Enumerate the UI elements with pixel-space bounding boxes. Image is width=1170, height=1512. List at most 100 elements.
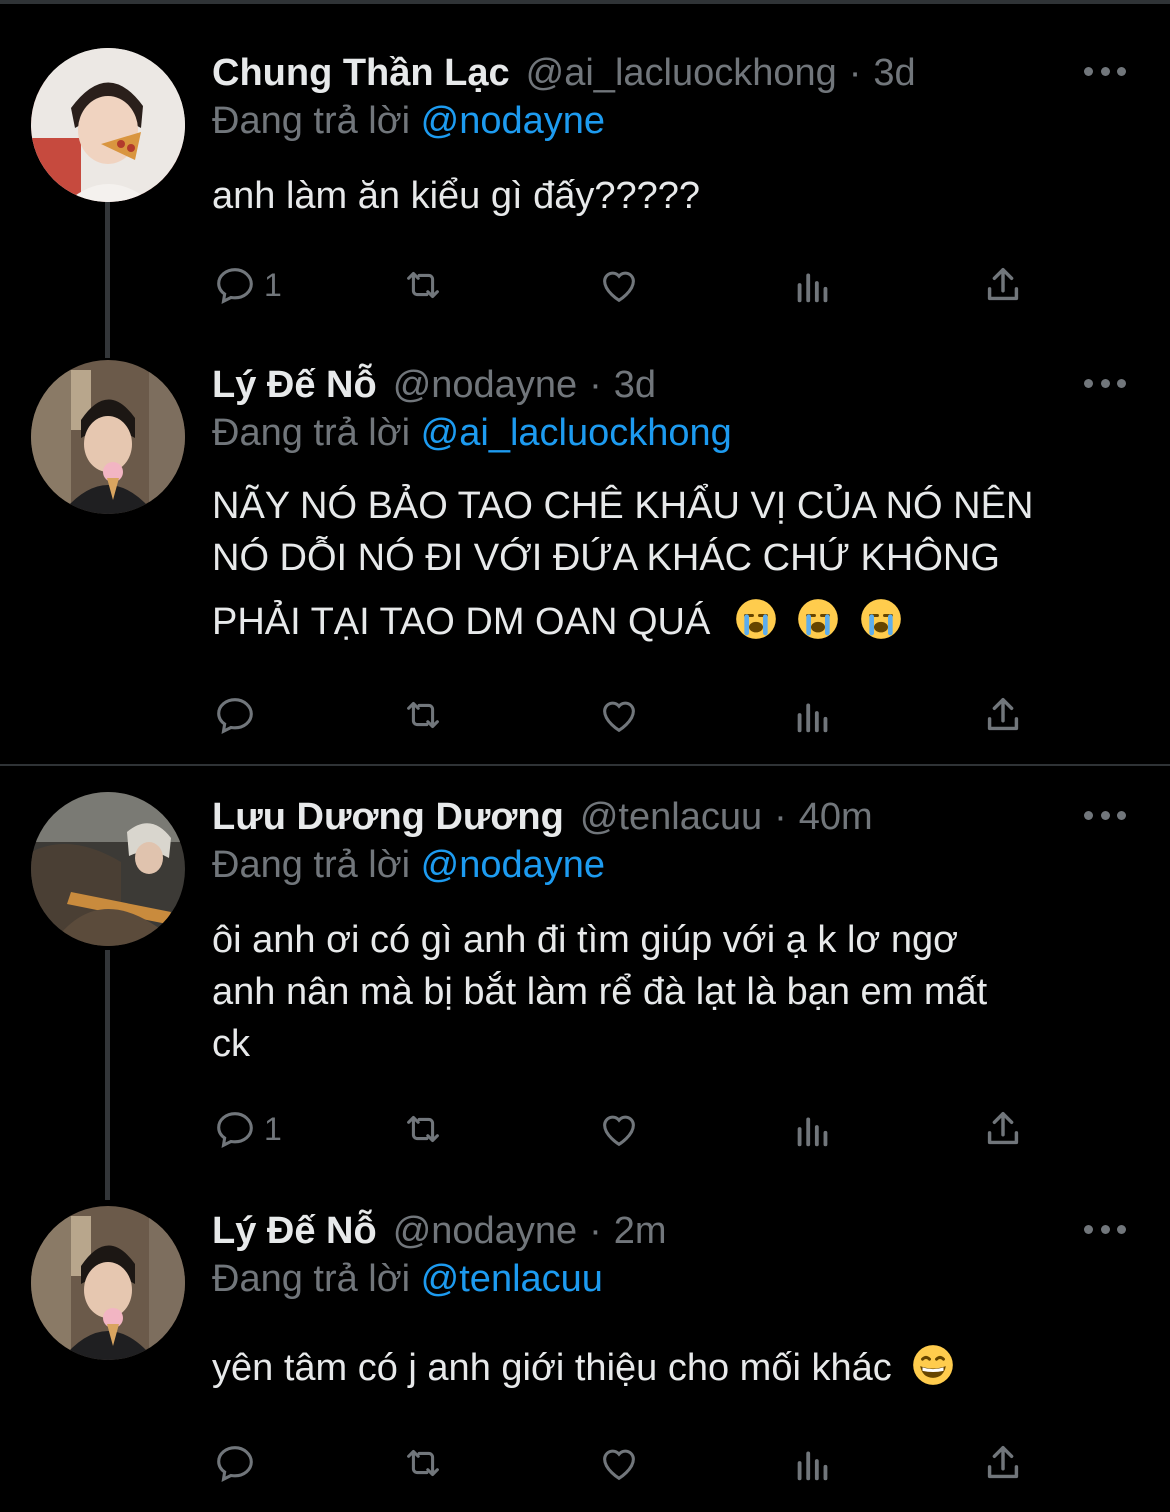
mention-link[interactable]: @nodayne [421,844,605,886]
tweet-text: anh làm ăn kiểu gì đấy????? [212,170,1132,222]
more-icon[interactable] [1084,56,1126,86]
retweet-button[interactable] [400,1438,446,1488]
analytics-button[interactable] [790,260,836,310]
like-icon [603,1115,635,1147]
avatar-image [31,48,185,202]
replying-to: Đang trả lời @nodayne [212,100,605,143]
reply-button[interactable] [212,690,258,740]
user-handle[interactable]: @tenlacuu [580,796,762,839]
share-icon [987,267,1019,301]
tweet-text-line: PHẢI TẠI TAO DM OAN QUÁ [212,601,711,643]
share-button[interactable] [980,1438,1026,1488]
crying-face-emoji [735,599,912,643]
tweet-text-line: NÃY NÓ BẢO TAO CHÊ KHẨU VỊ CỦA NÓ NÊN [212,485,1034,527]
display-name[interactable]: Lý Đế Nỗ [212,1210,377,1253]
user-handle[interactable]: @nodayne [393,1210,577,1253]
tweet-text: yên tâm có j anh giới thiệu cho mối khác [212,1342,1132,1394]
more-icon[interactable] [1084,368,1126,398]
tweet-header: Lưu Dương Dương @tenlacuu · 40m [212,792,873,842]
avatar[interactable] [31,360,185,514]
tweet-text-line: yên tâm có j anh giới thiệu cho mối khác [212,1347,892,1389]
user-handle[interactable]: @ai_lacluockhong [526,52,837,95]
share-button[interactable] [980,1104,1026,1154]
display-name[interactable]: Lưu Dương Dương [212,796,564,839]
tweet-text-line: anh nân mà bị bắt làm rể đà lạt là bạn e… [212,971,988,1013]
avatar[interactable] [31,48,185,202]
retweet-button[interactable] [400,260,446,310]
share-button[interactable] [980,690,1026,740]
replying-to-label: Đang trả lời [212,1258,411,1300]
replying-to: Đang trả lời @ai_lacluockhong [212,412,732,455]
avatar-image [31,360,185,514]
analytics-icon [797,1117,828,1147]
retweet-icon [407,1449,439,1477]
share-button[interactable] [980,260,1026,310]
replying-to-label: Đang trả lời [212,100,411,142]
mention-link[interactable]: @ai_lacluockhong [421,412,732,454]
reply-button[interactable]: 1 [212,260,282,310]
action-bar: 1 [212,1104,1032,1154]
user-handle[interactable]: @nodayne [393,364,577,407]
analytics-button[interactable] [790,1104,836,1154]
reply-button[interactable]: 1 [212,1104,282,1154]
reply-count: 1 [264,266,282,303]
action-bar [212,690,1032,740]
reply-icon [217,1446,253,1483]
reply-icon [217,698,253,735]
retweet-icon [407,1115,439,1143]
retweet-button[interactable] [400,1104,446,1154]
like-button[interactable] [596,1104,642,1154]
reply-icon [217,268,253,305]
analytics-icon [797,273,828,303]
separator-dot: · [589,1209,602,1252]
display-name[interactable]: Chung Thần Lạc [212,52,510,95]
crying-face-icon [861,599,901,639]
like-button[interactable] [596,260,642,310]
thread-divider [0,764,1170,766]
separator-dot: · [774,795,787,838]
more-icon[interactable] [1084,1214,1126,1244]
thread-connector [105,950,110,1200]
share-icon [987,1111,1019,1145]
tweet-text-last-row: PHẢI TẠI TAO DM OAN QUÁ [212,596,1132,648]
avatar[interactable] [31,792,185,946]
like-icon [603,701,635,733]
reply-button[interactable] [212,1438,258,1488]
timestamp[interactable]: 40m [799,796,873,839]
avatar-image [31,1206,185,1360]
retweet-button[interactable] [400,690,446,740]
tweet-header: Lý Đế Nỗ @nodayne · 3d [212,360,656,410]
analytics-button[interactable] [790,690,836,740]
tweet-text: NÃY NÓ BẢO TAO CHÊ KHẨU VỊ CỦA NÓ NÊN NÓ… [212,480,1132,648]
timestamp[interactable]: 3d [614,364,656,407]
crying-face-icon [736,599,776,639]
mention-link[interactable]: @nodayne [421,100,605,142]
tweet-header: Chung Thần Lạc @ai_lacluockhong · 3d [212,48,916,98]
retweet-icon [407,271,439,299]
tweet-header: Lý Đế Nỗ @nodayne · 2m [212,1206,667,1256]
reply-icon [217,1112,253,1149]
timestamp[interactable]: 3d [873,52,915,95]
analytics-icon [797,703,828,733]
tweet-text-line: ck [212,1023,250,1065]
like-button[interactable] [596,690,642,740]
replying-to: Đang trả lời @nodayne [212,844,605,887]
display-name[interactable]: Lý Đế Nỗ [212,364,377,407]
analytics-button[interactable] [790,1438,836,1488]
grinning-face-icon [913,1345,954,1385]
action-bar: 1 [212,260,1032,310]
share-icon [987,1445,1019,1479]
separator-dot: · [589,363,602,406]
separator-dot: · [848,51,862,94]
action-bar [212,1438,1032,1488]
replying-to: Đang trả lời @tenlacuu [212,1258,603,1301]
crying-face-icon [798,599,839,639]
tweet-text-line: anh làm ăn kiểu gì đấy????? [212,175,701,217]
avatar[interactable] [31,1206,185,1360]
like-icon [603,1449,635,1481]
more-icon[interactable] [1084,800,1126,830]
like-button[interactable] [596,1438,642,1488]
mention-link[interactable]: @tenlacuu [421,1258,603,1300]
tweet-text-line: NÓ DỖI NÓ ĐI VỚI ĐỨA KHÁC CHỨ KHÔNG [212,537,1000,579]
timestamp[interactable]: 2m [614,1210,667,1253]
